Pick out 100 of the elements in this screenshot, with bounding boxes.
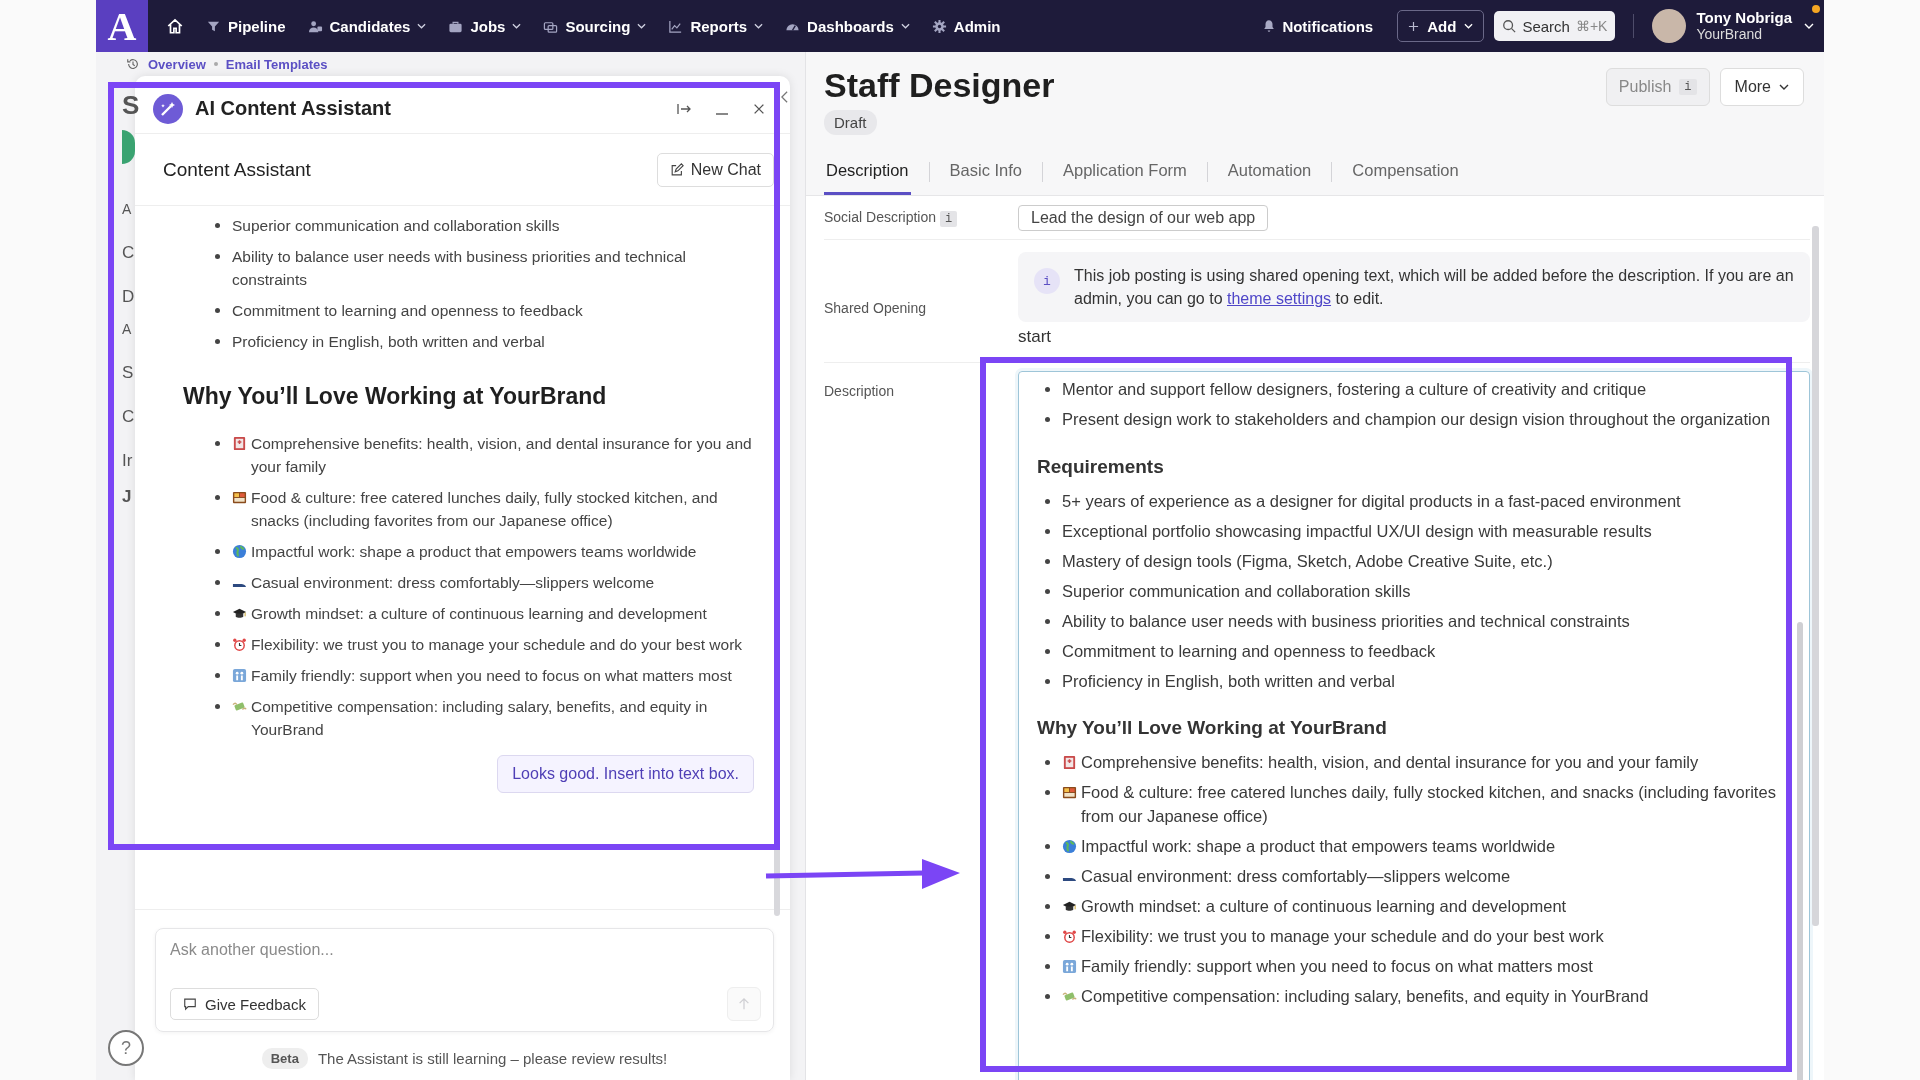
new-chat-button[interactable]: New Chat — [656, 152, 774, 187]
list-item: Competitive compensation: including salary, benefits, and equity in YourBrand — [251, 697, 709, 740]
give-feedback-button[interactable]: Give Feedback — [170, 988, 319, 1020]
bullet-icon — [215, 580, 220, 585]
tab[interactable]: Compensation — [1350, 149, 1461, 195]
list-item: Comprehensive benefits: health, vision, and dental insurance for you and your family — [251, 434, 753, 477]
history-icon[interactable] — [126, 57, 140, 71]
suggested-reply-button[interactable]: Looks good. Insert into text box. — [497, 755, 754, 793]
arrow-up-icon — [737, 997, 751, 1011]
bullet-icon — [215, 704, 220, 709]
bullet-icon — [1045, 528, 1050, 534]
tab[interactable]: Basic Info — [947, 149, 1024, 195]
nav-menu-item[interactable]: Candidates — [307, 17, 427, 35]
bullet-icon — [1045, 417, 1050, 422]
page-text-fragment: A — [122, 200, 133, 219]
field-label: Social Description — [824, 208, 937, 225]
list-item: Exceptional portfolio showcasing impactful UX/UI design with measurable results — [1062, 520, 1652, 542]
alarm-clock-icon — [1062, 928, 1077, 944]
nav-menu-item[interactable]: Pipeline — [206, 17, 286, 35]
theme-settings-link[interactable]: theme settings — [1227, 290, 1332, 307]
list-item: Present design work to stakeholders and champion our design vision throughout the organization — [1062, 409, 1771, 430]
bullet-icon — [1045, 588, 1050, 594]
search-button[interactable]: Search ⌘+K — [1494, 11, 1616, 41]
bullet-icon — [1045, 760, 1050, 765]
chevron-down-icon — [1464, 23, 1474, 29]
list-item: Impactful work: shape a product that empowers teams worldwide — [1081, 835, 1556, 857]
bullet-icon — [215, 673, 220, 678]
speech-bubble-icon — [183, 997, 197, 1011]
food-box-icon — [232, 490, 247, 505]
list-item: Family friendly: support when you need to focus on what matters most — [251, 666, 732, 686]
chevron-down-icon — [900, 23, 910, 29]
globe-icon — [232, 544, 247, 559]
social-description-field[interactable]: Lead the design of our web app — [1018, 204, 1269, 231]
list-item: Food & culture: free catered lunches daily, fully stocked kitchen, and snacks (including favorites from our Japanese office) — [1081, 782, 1777, 827]
job-title: Staff Designer — [824, 65, 1055, 106]
more-button[interactable]: More — [1719, 68, 1804, 106]
food-box-icon — [1062, 785, 1077, 800]
home-icon[interactable] — [166, 17, 184, 35]
info-text: This job posting is using shared opening text, which will be added before the description. If you are an admin, you can go to theme settings to edit. — [1074, 266, 1794, 309]
tab[interactable]: Automation — [1225, 149, 1314, 195]
user-name: Tony Nobriga — [1696, 9, 1792, 26]
breadcrumb-link[interactable]: Overview — [148, 56, 206, 72]
logo[interactable]: A — [96, 0, 148, 52]
bullet-icon — [215, 611, 220, 616]
field-label: Shared Opening — [824, 300, 926, 316]
bullet-icon — [1045, 558, 1050, 564]
bullet-icon — [1045, 387, 1050, 392]
tab[interactable]: Description — [824, 149, 911, 195]
bullet-icon — [215, 254, 220, 259]
plus-icon — [1408, 20, 1420, 32]
nav-menu-item[interactable]: Dashboards — [785, 17, 910, 35]
money-icon — [232, 699, 247, 714]
add-button[interactable]: Add — [1397, 10, 1485, 42]
building-icon — [1062, 755, 1077, 770]
family-icon — [232, 668, 247, 683]
notifications-button[interactable]: Notifications — [1256, 16, 1380, 36]
chevron-down-icon[interactable] — [1804, 23, 1814, 29]
bullet-icon — [215, 223, 220, 228]
people-icon — [307, 18, 323, 34]
list-item: Competitive compensation: including salary, benefits, and equity in YourBrand — [1081, 985, 1649, 1007]
nav-menu-item[interactable]: Jobs — [448, 17, 522, 35]
page-text-fragment: J — [122, 486, 133, 508]
question-field[interactable]: Ask another question... Give Feedback — [155, 928, 774, 1032]
scrollbar[interactable] — [1812, 226, 1819, 926]
edit-icon — [669, 162, 684, 177]
page-text-fragment: Ir — [122, 450, 134, 472]
list-item: Flexibility: we trust you to manage your schedule and do your best work — [1081, 925, 1604, 947]
panel-title: AI Content Assistant — [195, 97, 391, 120]
graduation-cap-icon — [232, 606, 247, 621]
page-text-fragment: D — [122, 286, 135, 308]
nav-menu-item[interactable]: Admin — [931, 17, 1001, 35]
chevron-left-icon[interactable] — [780, 90, 789, 104]
list-item: Comprehensive benefits: health, vision, and dental insurance for you and your family — [1081, 752, 1699, 773]
page-text-fragment: A — [122, 320, 133, 339]
help-button[interactable]: ? — [108, 1030, 144, 1066]
tab[interactable]: Application Form — [1061, 149, 1189, 195]
line-chart-icon — [668, 18, 684, 34]
disclaimer-text: The Assistant is still learning – please review results! — [317, 1050, 668, 1067]
bullet-icon — [1045, 963, 1050, 969]
bullet-icon — [1045, 790, 1050, 795]
list-item: Mastery of design tools (Figma, Sketch, Adobe Creative Suite, etc.) — [1062, 550, 1553, 572]
nav-menu-item[interactable]: Reports — [668, 17, 764, 35]
scrollbar[interactable] — [1797, 622, 1803, 1080]
avatar[interactable] — [1652, 9, 1687, 43]
list-item: Proficiency in English, both written and verbal — [1062, 670, 1395, 692]
bullet-icon — [1045, 993, 1050, 999]
chevron-down-icon — [1779, 84, 1789, 90]
breadcrumb-link[interactable]: Email Templates — [225, 56, 328, 72]
list-item: Growth mindset: a culture of continuous learning and development — [251, 604, 707, 624]
bullet-icon — [215, 308, 220, 313]
bullet-icon — [1045, 498, 1050, 504]
list-item: Ability to balance user needs with business priorities and technical constraints — [232, 247, 688, 290]
list-item: Mentor and support fellow designers, fostering a culture of creativity and critique — [1062, 379, 1647, 400]
list-item: Superior communication and collaboration skills — [232, 216, 560, 236]
bullet-icon — [215, 495, 220, 500]
info-badge: i — [939, 210, 958, 227]
list-item: Commitment to learning and openness to feedback — [1062, 640, 1436, 662]
nav-menu-item[interactable]: Sourcing — [543, 17, 647, 35]
bullet-icon — [215, 339, 220, 344]
family-icon — [1062, 958, 1077, 974]
